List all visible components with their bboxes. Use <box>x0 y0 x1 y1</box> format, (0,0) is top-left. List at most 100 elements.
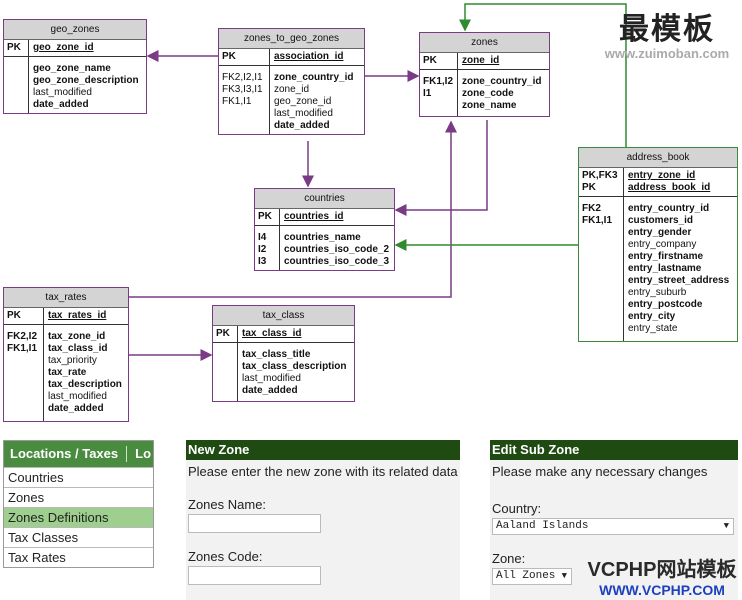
table-zones: zones PK zone_id FK1,I2 I1 zone_country_… <box>419 32 550 117</box>
table-title: tax_class <box>213 306 354 326</box>
country-select[interactable]: Aaland Islands ▼ <box>492 518 734 535</box>
column: entry_street_address <box>628 275 730 286</box>
column: countries_iso_code_3 <box>284 256 390 267</box>
column: zone_id <box>274 84 310 95</box>
pk-column: zone_id <box>462 55 500 66</box>
country-select-value: Aaland Islands <box>496 520 589 532</box>
pk-key: PK <box>213 326 238 342</box>
column: last_modified <box>242 373 301 384</box>
column: entry_gender <box>628 227 692 238</box>
column: entry_state <box>628 323 678 334</box>
fk-key: FK2 <box>582 203 601 214</box>
table-title: countries <box>255 189 394 209</box>
column: entry_suburb <box>628 287 687 298</box>
sidebar-item-tax-rates[interactable]: Tax Rates <box>4 547 153 567</box>
chevron-down-icon: ▼ <box>723 521 729 531</box>
fk-key: FK2,I2 <box>7 331 38 342</box>
column: entry_company <box>628 239 697 250</box>
zones-name-label: Zones Name: <box>188 497 267 512</box>
watermark-title: VCPHP网站模板 <box>587 559 737 581</box>
table-title: zones <box>420 33 549 53</box>
column: countries_name <box>284 232 361 243</box>
sidebar-item-zones[interactable]: Zones <box>4 487 153 507</box>
watermark-title: 最模板 <box>619 12 715 47</box>
column: tax_description <box>48 379 122 390</box>
zones-name-input[interactable] <box>188 514 321 533</box>
pk-key: PK,FK3 <box>582 170 618 181</box>
pk-column: countries_id <box>284 211 344 222</box>
country-label: Country: <box>492 501 542 516</box>
table-title: address_book <box>579 148 737 168</box>
zone-select[interactable]: All Zones ▼ <box>492 568 572 585</box>
column: zone_name <box>462 100 517 111</box>
column: zone_code <box>462 88 514 99</box>
watermark-bottom: VCPHP网站模板 WWW.VCPHP.COM <box>584 553 740 598</box>
column: entry_firstname <box>628 251 704 262</box>
pk-column: tax_rates_id <box>48 310 107 321</box>
panel-title: Edit Sub Zone <box>490 440 738 460</box>
column: geo_zone_name <box>33 63 111 74</box>
table-title: zones_to_geo_zones <box>219 29 364 49</box>
fk-key: I1 <box>423 88 432 99</box>
table-title: tax_rates <box>4 288 128 308</box>
zones-code-label: Zones Code: <box>188 549 263 564</box>
sidebar-title-next: Lo <box>135 446 152 461</box>
panel-intro: Please make any necessary changes <box>492 464 708 479</box>
table-title: geo_zones <box>4 20 146 40</box>
column: zone_country_id <box>462 76 542 87</box>
table-tax-rates: tax_rates PK tax_rates_id FK2,I2 FK1,I1 … <box>3 287 129 422</box>
pk-key: PK <box>255 209 280 225</box>
fk-key: FK1,I1 <box>582 215 613 226</box>
pk-key: PK <box>4 308 44 324</box>
table-countries: countries PK countries_id I4 I2 I3 count… <box>254 188 395 271</box>
column: entry_lastname <box>628 263 702 274</box>
column: date_added <box>33 99 89 110</box>
table-address-book: address_book PK,FK3 PK entry_zone_id add… <box>578 147 738 342</box>
pk-key: PK <box>420 53 458 69</box>
watermark-url: www.zuimoban.com <box>604 46 730 61</box>
sidebar-header[interactable]: Locations / Taxes Lo <box>4 441 153 467</box>
fk-key: FK2,I2,I1 <box>222 72 263 83</box>
pk-column: tax_class_id <box>242 328 302 339</box>
pk-key: PK <box>582 182 596 193</box>
column: tax_class_id <box>48 343 108 354</box>
column: entry_postcode <box>628 299 703 310</box>
fk-key: I2 <box>258 244 267 255</box>
header-divider <box>126 446 128 462</box>
column: zone_country_id <box>274 72 354 83</box>
column: customers_id <box>628 215 694 226</box>
fk-key: FK1,I2 <box>423 76 454 87</box>
relation-zones-countries <box>394 120 488 216</box>
column: tax_zone_id <box>48 331 106 342</box>
column: tax_class_title <box>242 349 311 360</box>
column: last_modified <box>48 391 107 402</box>
pk-column: entry_zone_id <box>628 170 696 181</box>
fk-key: FK3,I3,I1 <box>222 84 263 95</box>
sidebar-item-tax-classes[interactable]: Tax Classes <box>4 527 153 547</box>
fk-key: FK1,I1 <box>222 96 252 107</box>
column: geo_zone_description <box>33 75 139 86</box>
panel-title: New Zone <box>186 440 460 460</box>
column: last_modified <box>274 108 333 119</box>
new-zone-panel: New Zone Please enter the new zone with … <box>186 440 460 600</box>
chevron-down-icon: ▼ <box>561 571 567 581</box>
panel-intro: Please enter the new zone with its relat… <box>188 464 458 479</box>
column: tax_priority <box>48 355 97 366</box>
column: date_added <box>274 120 330 131</box>
watermark-url: WWW.VCPHP.COM <box>599 582 725 598</box>
table-zones-to-geo-zones: zones_to_geo_zones PK association_id FK2… <box>218 28 365 135</box>
locations-taxes-sidebar: Locations / Taxes Lo Countries Zones Zon… <box>3 440 154 568</box>
fk-key: I3 <box>258 256 267 267</box>
column: tax_rate <box>48 367 87 378</box>
pk-key: PK <box>219 49 270 65</box>
sidebar-item-zones-definitions[interactable]: Zones Definitions <box>4 507 153 527</box>
column: date_added <box>242 385 298 396</box>
pk-column: association_id <box>274 51 344 62</box>
table-tax-class: tax_class PK tax_class_id tax_class_titl… <box>212 305 355 402</box>
column: date_added <box>48 403 104 414</box>
column: last_modified <box>33 87 92 98</box>
zones-code-input[interactable] <box>188 566 321 585</box>
sidebar-item-countries[interactable]: Countries <box>4 467 153 487</box>
pk-column: address_book_id <box>628 182 711 193</box>
watermark-top: 最模板 www.zuimoban.com <box>596 4 738 61</box>
